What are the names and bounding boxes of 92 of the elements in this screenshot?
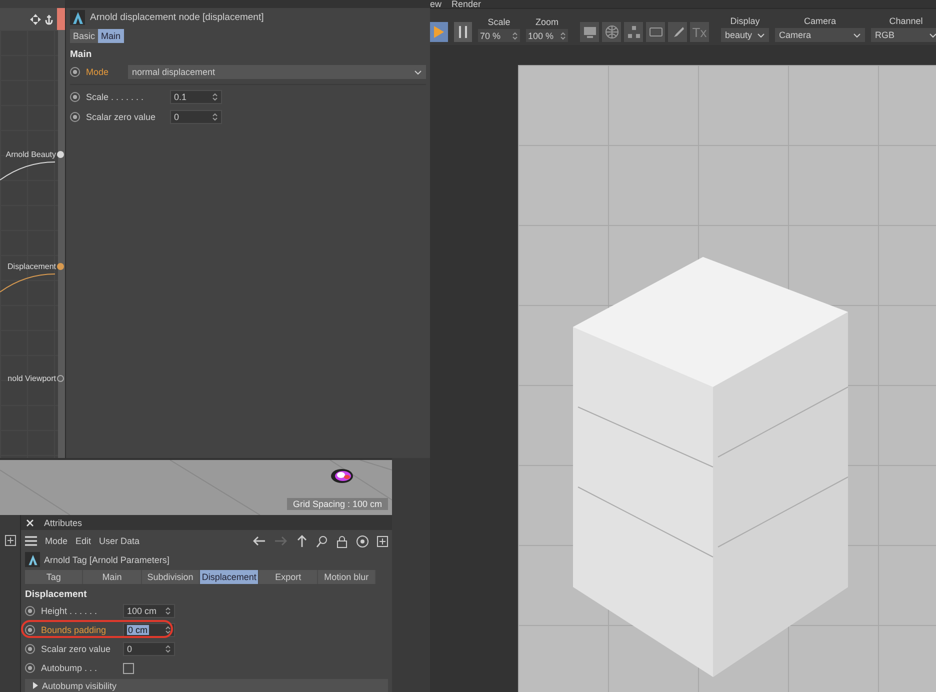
globe-button[interactable]	[602, 22, 621, 42]
target-icon[interactable]	[356, 534, 369, 548]
field-label: Display	[730, 16, 760, 26]
monitor-button[interactable]	[580, 22, 599, 42]
search-icon[interactable]	[316, 534, 328, 548]
caret-icon	[414, 70, 422, 74]
color-wheel-icon[interactable]	[330, 468, 354, 484]
menu-item[interactable]: Edit	[76, 536, 92, 546]
expand-triangle-icon	[33, 682, 38, 689]
panel-title: Arnold displacement node [displacement]	[90, 12, 264, 23]
field-label: Camera	[804, 16, 836, 26]
number-field[interactable]: 70 %	[478, 29, 520, 42]
collapsible-group[interactable]: Autobump visibility	[25, 679, 388, 692]
tab[interactable]: Export	[259, 570, 318, 584]
param-label: Autobump . . .	[41, 663, 98, 673]
panel-title: Attributes	[44, 518, 82, 528]
spinner-icon[interactable]	[212, 112, 218, 122]
field-label: Channel	[889, 16, 923, 26]
section-title: Displacement	[25, 589, 88, 600]
tab[interactable]: Tag	[25, 570, 84, 584]
param-label: Bounds padding	[41, 625, 108, 635]
param-label: Scalar zero value	[41, 644, 112, 654]
object-title: Arnold Tag [Arnold Parameters]	[44, 554, 170, 564]
add-icon[interactable]	[5, 535, 16, 546]
frame-button[interactable]	[646, 22, 665, 42]
tab[interactable]: Displacement	[200, 570, 260, 584]
spinner-icon[interactable]	[165, 644, 171, 654]
number-field[interactable]: 0 cm	[123, 623, 175, 637]
number-field[interactable]: 0.1	[170, 90, 222, 104]
close-icon[interactable]	[26, 518, 34, 526]
menu-item[interactable]: ew	[430, 0, 442, 8]
param-label: Mode	[86, 67, 110, 77]
logo-icon	[70, 10, 85, 25]
spinner-icon[interactable]	[212, 92, 218, 102]
param-label: Scale . . . . . . .	[86, 92, 145, 102]
dropdown[interactable]: RGB	[871, 28, 936, 42]
hierarchy-button[interactable]	[624, 22, 643, 42]
number-field[interactable]: 100 %	[526, 29, 568, 42]
section-title: Main	[70, 49, 93, 60]
move-icon[interactable]	[30, 14, 41, 24]
menu-item[interactable]: Render	[452, 0, 482, 8]
spinner-icon[interactable]	[512, 30, 518, 40]
tab[interactable]: Main	[98, 29, 124, 43]
pause-icon	[459, 26, 467, 38]
lock-icon[interactable]	[336, 534, 348, 548]
anchor-icon[interactable]	[44, 14, 54, 24]
port-label: nold Viewport	[8, 374, 56, 383]
number-field[interactable]: 0	[123, 642, 175, 656]
caret-icon	[757, 32, 765, 38]
logo-icon	[25, 552, 40, 567]
tab[interactable]: Basic	[70, 29, 98, 43]
menu-item[interactable]: Mode	[45, 536, 68, 546]
port-dot[interactable]	[57, 151, 64, 158]
color-swatch	[57, 8, 65, 30]
brush-button[interactable]	[668, 22, 687, 42]
spinner-icon[interactable]	[560, 30, 566, 40]
brush-icon	[672, 26, 684, 38]
animate-toggle[interactable]	[70, 67, 80, 77]
field-label: Scale	[488, 17, 510, 27]
checkbox[interactable]	[123, 662, 134, 674]
caret-icon	[929, 32, 936, 38]
tab[interactable]: Motion blur	[318, 570, 376, 584]
tab[interactable]: Main	[83, 570, 142, 584]
port-dot[interactable]	[57, 263, 64, 270]
pause-button[interactable]	[454, 22, 472, 42]
port-label: Displacement	[8, 262, 56, 271]
scrollbar[interactable]	[58, 30, 65, 458]
play-icon	[434, 26, 444, 38]
number-field[interactable]: 0	[170, 110, 222, 124]
param-label: Scalar zero value	[86, 112, 157, 122]
monitor-icon	[582, 26, 596, 38]
grid-spacing-label: Grid Spacing : 100 cm	[286, 498, 388, 510]
port-dot[interactable]	[57, 375, 64, 382]
field-label: Zoom	[535, 17, 558, 27]
dropdown[interactable]: beauty	[721, 28, 769, 42]
spinner-icon[interactable]	[165, 606, 171, 616]
up-arrow-icon[interactable]	[296, 534, 308, 548]
back-arrow-icon[interactable]	[252, 535, 266, 547]
add-icon[interactable]	[377, 536, 388, 546]
tab[interactable]: Subdivision	[142, 570, 200, 584]
menu-icon[interactable]	[25, 536, 37, 546]
dropdown[interactable]: Camera	[775, 28, 865, 42]
hierarchy-icon	[626, 26, 640, 38]
mode-dropdown[interactable]: normal displacement	[128, 65, 426, 79]
param-label: Height . . . . . .	[41, 606, 98, 616]
caret-icon	[853, 32, 861, 38]
menu-item[interactable]: User Data	[99, 536, 140, 546]
rectangle-icon	[648, 27, 662, 37]
spinner-icon[interactable]	[165, 625, 171, 635]
port-label: Arnold Beauty	[6, 150, 56, 159]
globe-icon	[604, 25, 618, 39]
number-field[interactable]: 100 cm	[123, 604, 175, 618]
